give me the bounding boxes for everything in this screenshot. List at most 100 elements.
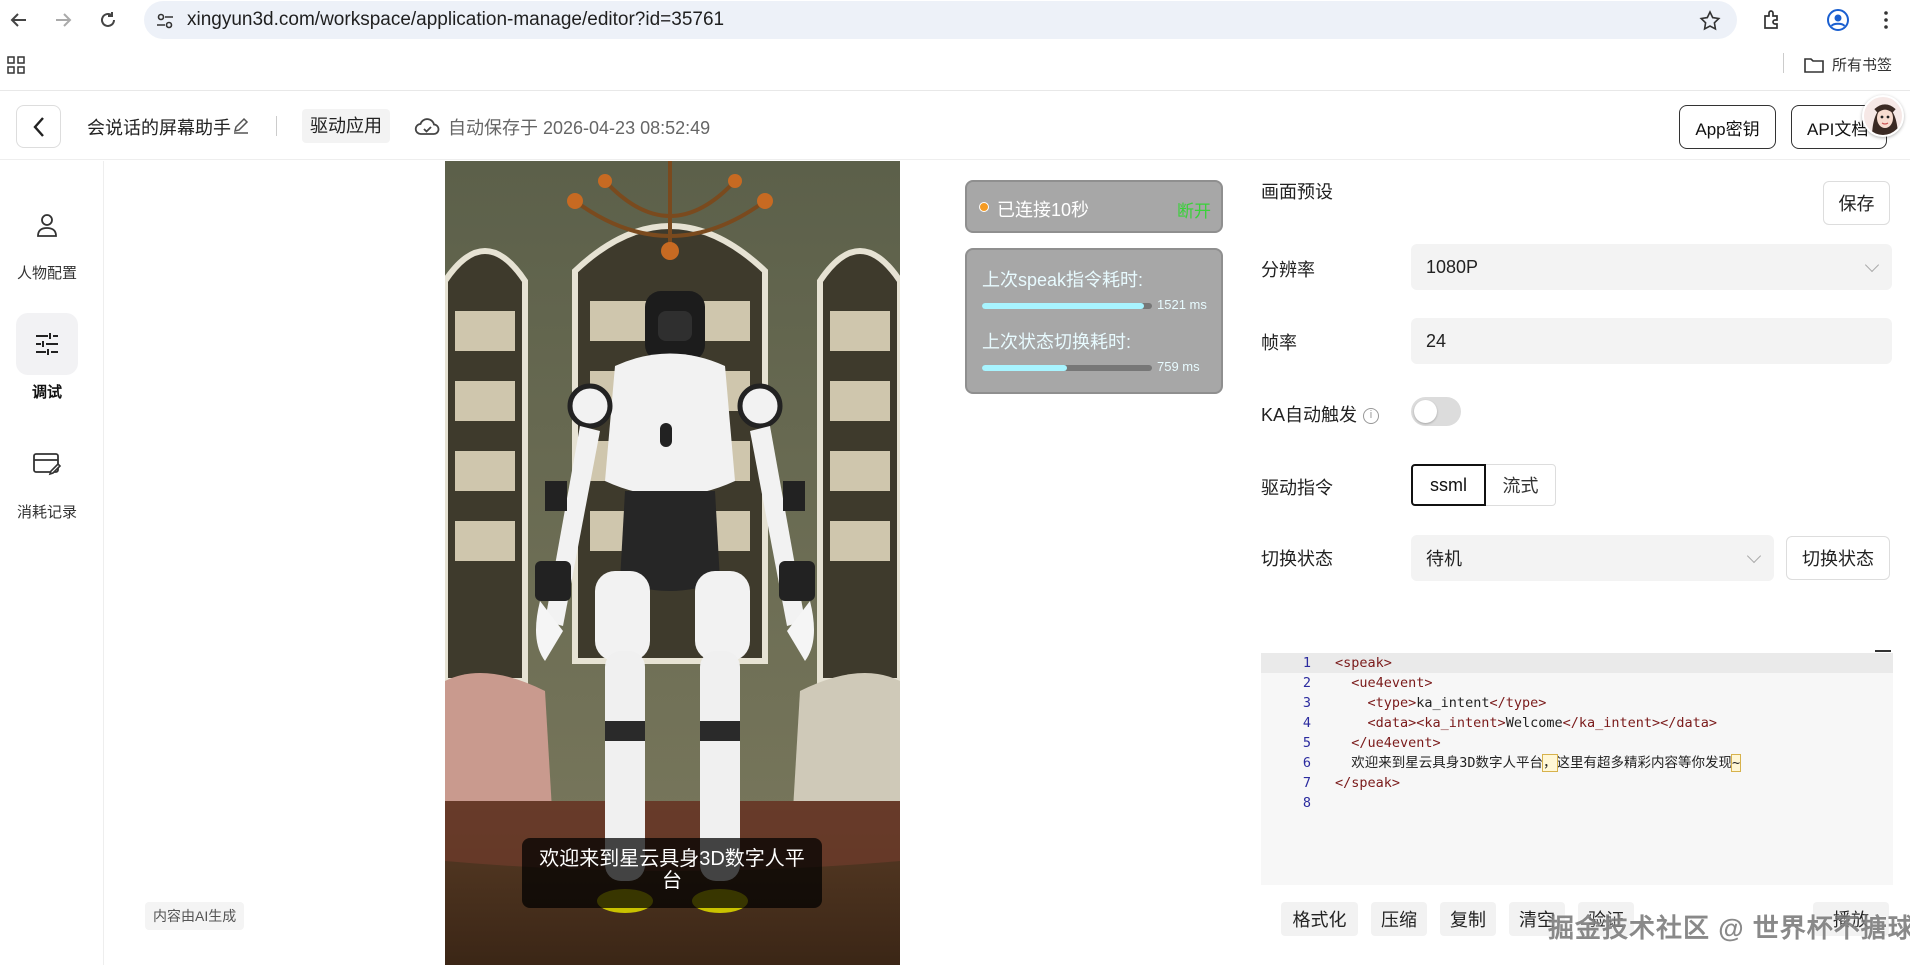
switch-latency-fill	[982, 365, 1067, 371]
all-bookmarks-label: 所有书签	[1831, 57, 1892, 74]
toggle-knob	[1414, 400, 1437, 423]
drive-option-stream[interactable]: 流式	[1485, 464, 1556, 506]
bookmarks-divider	[1783, 53, 1784, 73]
line-number: 5	[1302, 735, 1311, 751]
apps-grid-icon[interactable]	[7, 56, 25, 79]
edit-name-icon[interactable]	[232, 116, 250, 139]
state-select[interactable]: 待机	[1411, 535, 1774, 581]
switch-state-button[interactable]: 切换状态	[1786, 536, 1890, 580]
line-number: 3	[1302, 695, 1311, 711]
url-text: xingyun3d.com/workspace/application-mana…	[187, 9, 725, 30]
code-text: </ue4event>	[1351, 735, 1441, 751]
speak-latency-bar	[982, 303, 1152, 309]
video-subtitle: 欢迎来到星云具身3D数字人平台	[522, 838, 822, 908]
site-settings-icon[interactable]	[154, 10, 176, 32]
chevron-left-icon	[32, 116, 44, 137]
extensions-icon[interactable]	[1760, 8, 1784, 32]
assistant-avatar[interactable]	[1862, 95, 1904, 137]
speak-latency-value: 1521 ms	[1157, 297, 1207, 312]
switch-latency-label: 上次状态切换耗时:	[982, 332, 1132, 352]
speak-latency-label: 上次speak指令耗时:	[982, 270, 1144, 290]
code-line[interactable]: 5 </ue4event>	[1261, 733, 1893, 753]
code-line[interactable]: 1 <speak>	[1261, 653, 1893, 673]
drive-command-label: 驱动指令	[1261, 478, 1333, 498]
connection-text: 已连接10秒	[997, 200, 1090, 220]
sidebar-item-character-config[interactable]: 人物配置	[0, 194, 94, 283]
header-divider	[276, 116, 277, 136]
app-key-button[interactable]: App密钥	[1679, 105, 1776, 149]
chevron-down-icon	[1864, 257, 1880, 272]
more-menu-icon[interactable]	[1874, 8, 1898, 32]
state-value: 待机	[1426, 549, 1462, 569]
copy-button[interactable]: 复制	[1440, 902, 1496, 936]
code-text: <speak>	[1335, 655, 1392, 671]
line-number: 6	[1302, 755, 1311, 771]
ssml-code-editor[interactable]: 1 <speak> 2 <ue4event> 3 <type>ka_intent</t…	[1261, 653, 1893, 885]
drive-app-tag[interactable]: 驱动应用	[302, 109, 390, 143]
resolution-value: 1080P	[1426, 256, 1479, 277]
line-number: 1	[1302, 655, 1311, 671]
code-text: <data><ka_intent>Welcome</ka_intent></da…	[1367, 715, 1718, 731]
autosave-text: 自动保存于 2026-04-23 08:52:49	[448, 118, 711, 138]
sidebar: 人物配置 调试 消耗记录	[0, 161, 104, 965]
code-line[interactable]: 4 <data><ka_intent>Welcome</ka_intent></…	[1261, 713, 1893, 733]
ka-auto-label: KA自动触发 i	[1261, 401, 1380, 427]
all-bookmarks[interactable]: 所有书签	[1804, 54, 1892, 75]
cloud-check-icon	[414, 118, 440, 135]
info-icon[interactable]: i	[1363, 408, 1380, 425]
sidebar-item-label: 调试	[31, 384, 62, 401]
code-line[interactable]: 8	[1261, 793, 1893, 813]
star-icon[interactable]	[1699, 10, 1721, 32]
status-dot	[979, 202, 989, 212]
sidebar-item-label: 消耗记录	[16, 504, 77, 521]
resolution-select[interactable]: 1080P	[1411, 244, 1892, 290]
code-line[interactable]: 2 <ue4event>	[1261, 673, 1893, 693]
section-title: 画面预设	[1261, 182, 1333, 202]
reload-icon[interactable]	[94, 6, 122, 34]
sidebar-item-label: 人物配置	[16, 265, 77, 282]
ka-auto-toggle[interactable]	[1411, 397, 1461, 426]
format-button[interactable]: 格式化	[1281, 902, 1358, 936]
browser-toolbar: xingyun3d.com/workspace/application-mana…	[0, 0, 1910, 40]
chevron-down-icon	[1746, 548, 1762, 563]
code-line[interactable]: 3 <type>ka_intent</type>	[1261, 693, 1893, 713]
speak-latency-fill	[982, 303, 1144, 309]
switch-latency-value: 759 ms	[1157, 359, 1200, 374]
sidebar-item-debug[interactable]: 调试	[0, 313, 94, 402]
ka-auto-text: KA自动触发	[1261, 405, 1358, 425]
line-number: 2	[1302, 675, 1311, 691]
resolution-label: 分辨率	[1261, 260, 1315, 280]
code-text: <ue4event>	[1351, 675, 1433, 691]
fps-value: 24	[1426, 330, 1447, 351]
forward-arrow-icon[interactable]	[49, 6, 77, 34]
line-number: 8	[1302, 795, 1311, 811]
disconnect-button[interactable]: 断开	[1177, 197, 1211, 222]
code-text: </speak>	[1335, 775, 1401, 791]
fps-input[interactable]: 24	[1411, 318, 1892, 364]
sidebar-item-consumption[interactable]: 消耗记录	[0, 433, 94, 522]
card-edit-icon	[16, 433, 78, 495]
watermark: 掘金技术社区 @ 世界杯不搪球	[1548, 913, 1910, 943]
back-arrow-icon[interactable]	[5, 6, 33, 34]
code-text: <type>ka_intent</type>	[1367, 695, 1547, 711]
profile-icon[interactable]	[1826, 8, 1850, 32]
bookmarks-bar: 所有书签	[0, 48, 1910, 80]
code-text: 欢迎来到星云具身3D数字人平台，这里有超多精彩内容等你发现~	[1351, 754, 1742, 772]
address-bar[interactable]: xingyun3d.com/workspace/application-mana…	[144, 1, 1737, 39]
compress-button[interactable]: 压缩	[1371, 902, 1427, 936]
latency-stats: 上次speak指令耗时: 1521 ms 上次状态切换耗时: 759 ms	[965, 248, 1223, 394]
drive-option-ssml[interactable]: ssml	[1411, 464, 1486, 506]
switch-latency-bar	[982, 365, 1152, 371]
app-name: 会说话的屏幕助手	[87, 118, 231, 138]
save-button[interactable]: 保存	[1823, 181, 1890, 225]
state-switch-label: 切换状态	[1261, 549, 1333, 569]
back-button[interactable]	[16, 105, 61, 148]
line-number: 7	[1302, 775, 1311, 791]
code-line[interactable]: 6 欢迎来到星云具身3D数字人平台，这里有超多精彩内容等你发现~	[1261, 753, 1893, 773]
person-icon	[16, 194, 78, 256]
autosave-status: 自动保存于 2026-04-23 08:52:49	[414, 114, 710, 140]
code-line[interactable]: 7 </speak>	[1261, 773, 1893, 793]
sliders-icon	[16, 313, 78, 375]
app-header: 会说话的屏幕助手 驱动应用 自动保存于 2026-04-23 08:52:49 …	[0, 90, 1910, 160]
collapse-editor-icon[interactable]	[1875, 650, 1891, 652]
